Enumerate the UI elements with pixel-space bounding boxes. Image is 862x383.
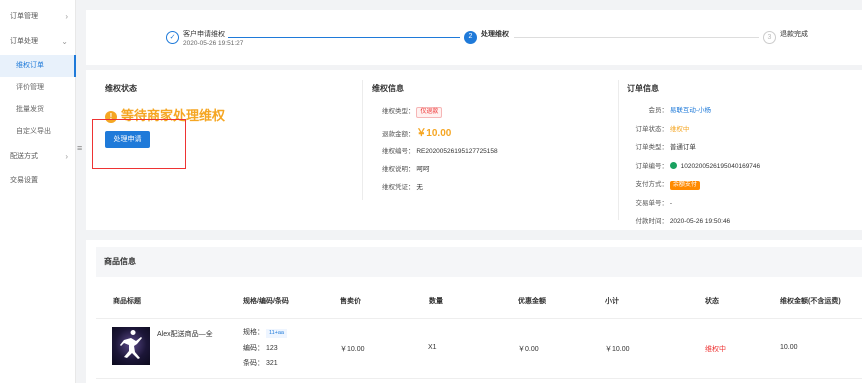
order-type: 普通订单 (669, 144, 696, 151)
sidebar-item-order-manage[interactable]: 订单管理 › (0, 6, 76, 28)
chevron-right-icon: › (65, 152, 68, 161)
sidebar-item-batch-ship[interactable]: 批量发货 (0, 99, 76, 121)
qty-cell: X1 (428, 344, 437, 351)
sidebar-item-refund-orders[interactable]: 维权订单 (0, 55, 76, 77)
step-connector (514, 37, 759, 38)
status-cell: 维权中 (705, 346, 726, 353)
sidebar-item-label: 批量发货 (16, 106, 44, 113)
process-request-button[interactable]: 处理申请 (105, 131, 150, 148)
step-1-title: 客户申请维权 (183, 31, 225, 38)
barcode-value: 321 (265, 360, 278, 367)
goods-section-title: 商品信息 (96, 247, 862, 277)
member-label: 会员： (648, 107, 669, 114)
sidebar-item-reviews[interactable]: 评价管理 (0, 77, 76, 99)
subtotal-cell: ￥10.00 (605, 346, 630, 353)
chevron-down-icon: ⌄ (61, 37, 68, 46)
refund-reason: 呵呵 (416, 166, 430, 173)
member-link[interactable]: 易联互动-小杨 (670, 107, 711, 114)
pay-time: 2020-05-26 19:50:46 (669, 218, 731, 225)
column-header: 规格/编码/条码 (243, 298, 289, 305)
refund-amount: ￥10.00 (416, 128, 452, 139)
table-divider (96, 318, 862, 319)
order-status-label: 订单状态： (635, 126, 669, 133)
sidebar-item-custom-export[interactable]: 自定义导出 (0, 121, 76, 143)
column-header: 状态 (705, 298, 719, 305)
refund-amount-label: 退款金额： (382, 131, 415, 138)
pay-time-label: 付款时间： (635, 218, 669, 225)
chevron-right-icon: › (65, 12, 68, 21)
divider (618, 80, 619, 220)
step-2-number: 2 (464, 31, 477, 44)
product-thumbnail (112, 327, 150, 365)
table-divider (96, 378, 862, 379)
order-no-label: 订单编号： (635, 163, 669, 170)
sidebar-item-trade-settings[interactable]: 交易设置 (0, 170, 76, 192)
column-header: 商品标题 (113, 298, 141, 305)
refund-proof: 无 (416, 184, 423, 191)
column-header: 优惠金额 (518, 298, 546, 305)
sidebar-item-label: 交易设置 (10, 177, 38, 184)
step-3-number: 3 (763, 31, 776, 44)
trade-no: - (669, 200, 672, 207)
refund-no: RE20200526195127725158 (416, 148, 498, 155)
progress-steps: ✓ 客户申请维权 2020-05-26 19:51:27 2 处理维权 3 退款… (86, 10, 862, 65)
order-type-label: 订单类型： (635, 144, 669, 151)
refund-amount-cell: 10.00 (780, 344, 798, 351)
pay-method-badge: 余额支付 (669, 181, 700, 190)
pay-method-label: 支付方式： (635, 181, 669, 188)
spec-label: 规格： (243, 329, 264, 336)
price-cell: ￥10.00 (340, 346, 365, 353)
refund-proof-label: 维权凭证： (382, 184, 415, 191)
refund-type-label: 维权类型： (382, 108, 415, 115)
code-label: 编码： (243, 345, 264, 352)
order-info-title: 订单信息 (627, 84, 659, 93)
goods-info-card: 商品信息 商品标题 规格/编码/条码 售卖价 数量 优惠金额 小计 状态 维权金… (86, 240, 862, 383)
step-1-time: 2020-05-26 19:51:27 (183, 40, 244, 47)
step-connector (228, 37, 460, 38)
refund-reason-label: 维权说明： (382, 166, 415, 173)
sidebar-item-label: 自定义导出 (16, 128, 51, 135)
barcode-label: 条码： (243, 360, 264, 367)
sidebar: 订单管理 › 订单处理 ⌄ 维权订单 评价管理 批量发货 自定义导出 配送方式 … (0, 0, 76, 383)
sidebar-item-label: 订单处理 (10, 38, 38, 45)
product-name[interactable]: Alex配送商品—全 (157, 329, 213, 339)
menu-collapse-icon[interactable]: ≡ (77, 143, 82, 153)
sidebar-item-label: 评价管理 (16, 84, 44, 91)
step-2-title: 处理维权 (481, 31, 509, 38)
column-header: 维权金额(不含运费) (780, 298, 841, 305)
refund-no-label: 维权编号： (382, 148, 415, 155)
refund-type-badge: 仅退款 (416, 107, 443, 118)
trade-no-label: 交易单号： (635, 200, 669, 207)
check-icon: ✓ (166, 31, 179, 44)
status-section-title: 维权状态 (105, 84, 137, 93)
sidebar-item-order-process[interactable]: 订单处理 ⌄ (0, 31, 76, 53)
order-source-icon (669, 162, 677, 169)
column-header: 售卖价 (340, 298, 361, 305)
sidebar-item-delivery[interactable]: 配送方式 › (0, 146, 76, 168)
sidebar-item-label: 维权订单 (16, 62, 44, 69)
step-3-title: 退款完成 (780, 31, 808, 38)
column-header: 小计 (605, 298, 619, 305)
sidebar-item-label: 配送方式 (10, 153, 38, 160)
order-no: 1020200526195040169746 (680, 163, 761, 170)
jumpman-logo-icon (120, 330, 142, 359)
spec-value: 11+aa (265, 329, 287, 338)
code-value: 123 (265, 345, 278, 352)
order-status: 维权中 (669, 126, 690, 133)
refund-info-card: 维权状态 ! 等待商家处理维权 处理申请 维权信息 维权类型： 仅退款 退款金额：… (86, 70, 862, 230)
column-header: 数量 (429, 298, 443, 305)
discount-cell: ￥0.00 (518, 346, 539, 353)
refund-info-title: 维权信息 (372, 84, 404, 93)
sidebar-item-label: 订单管理 (10, 13, 38, 20)
divider (362, 80, 363, 200)
